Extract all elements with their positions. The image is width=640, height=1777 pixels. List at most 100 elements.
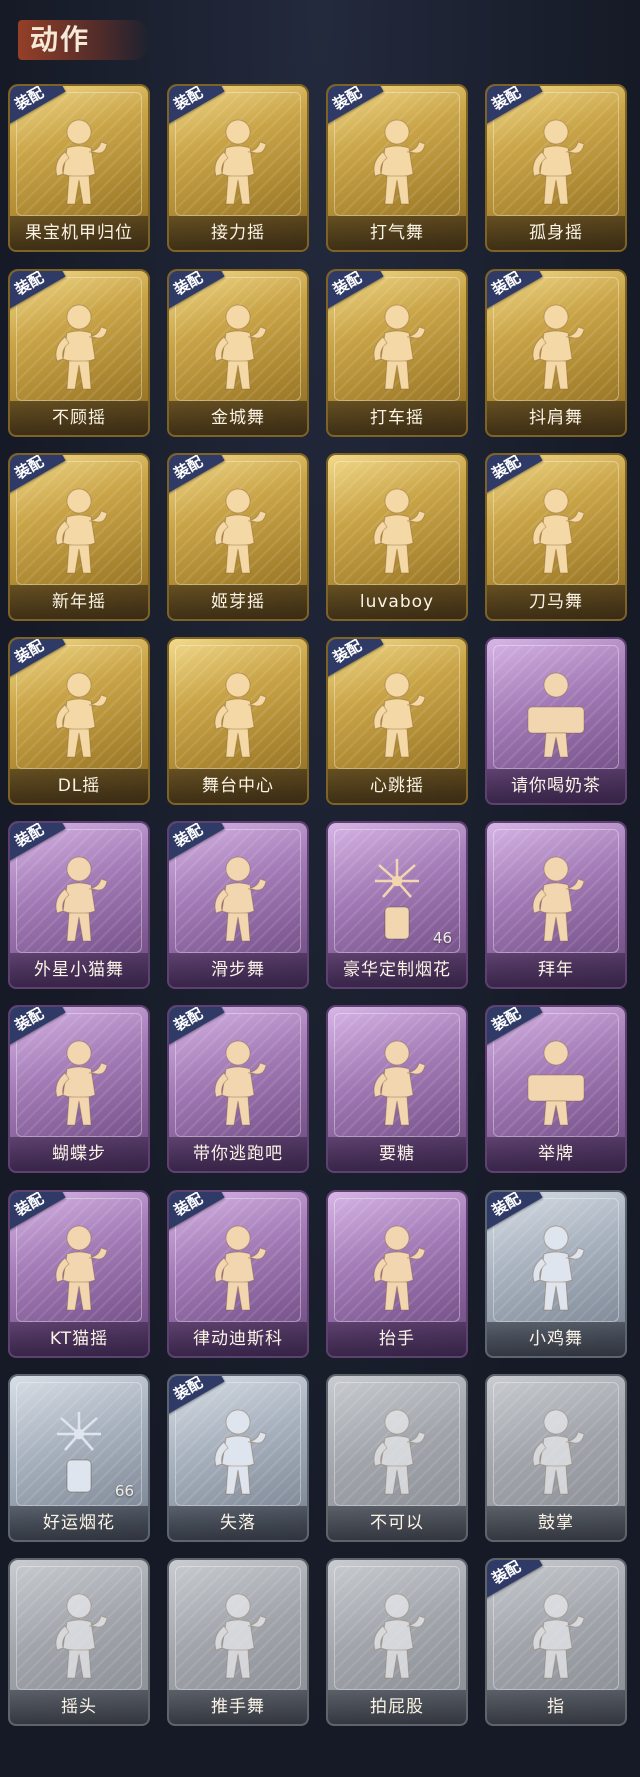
emote-card[interactable]: KT猫摇 装配 xyxy=(8,1190,150,1358)
dance-pose-icon xyxy=(532,304,585,390)
emote-card[interactable]: 舞台中心 xyxy=(167,637,309,805)
dance-pose-icon xyxy=(214,1593,267,1679)
emote-card[interactable]: 滑步舞 装配 xyxy=(167,821,309,989)
sign-pose-icon xyxy=(527,1040,585,1126)
dance-pose-icon xyxy=(55,1593,108,1679)
dance-pose-icon xyxy=(55,856,108,942)
page-title: 动作 xyxy=(30,23,91,56)
emote-card[interactable]: 抖肩舞 装配 xyxy=(485,269,627,437)
dance-pose-icon xyxy=(55,488,108,574)
emote-label: 不可以 xyxy=(328,1506,466,1540)
emote-label: 推手舞 xyxy=(169,1690,307,1724)
emote-card[interactable]: 带你逃跑吧 装配 xyxy=(167,1005,309,1173)
emote-card[interactable]: 摇头 xyxy=(8,1558,150,1726)
dance-pose-icon xyxy=(214,119,267,205)
emote-card[interactable]: 心跳摇 装配 xyxy=(326,637,468,805)
emote-label: 拍屁股 xyxy=(328,1690,466,1724)
emote-label: luvaboy xyxy=(328,585,466,619)
emote-card[interactable]: 金城舞 装配 xyxy=(167,269,309,437)
dance-pose-icon xyxy=(214,856,267,942)
dance-pose-icon xyxy=(373,304,426,390)
emote-card[interactable]: 抬手 xyxy=(326,1190,468,1358)
dance-pose-icon xyxy=(373,1040,426,1126)
emote-label: 外星小猫舞 xyxy=(10,953,148,987)
emote-label: DL摇 xyxy=(10,769,148,803)
emote-card[interactable]: 打气舞 装配 xyxy=(326,84,468,252)
emote-card[interactable]: 拜年 xyxy=(485,821,627,989)
emote-card[interactable]: 举牌 装配 xyxy=(485,1005,627,1173)
emote-card[interactable]: 蝴蝶步 装配 xyxy=(8,1005,150,1173)
emote-label: 举牌 xyxy=(487,1137,625,1171)
emote-label: 姬芽摇 xyxy=(169,585,307,619)
emote-label: 要糖 xyxy=(328,1137,466,1171)
emote-label: 抬手 xyxy=(328,1322,466,1356)
dance-pose-icon xyxy=(214,1225,267,1311)
emote-label: 不顾摇 xyxy=(10,401,148,435)
emote-label: 指 xyxy=(487,1690,625,1724)
emote-label: 鼓掌 xyxy=(487,1506,625,1540)
emote-card[interactable]: 指装配 xyxy=(485,1558,627,1726)
emote-label: 小鸡舞 xyxy=(487,1322,625,1356)
emote-card[interactable]: 打车摇 装配 xyxy=(326,269,468,437)
dance-pose-icon xyxy=(532,1225,585,1311)
dance-pose-icon xyxy=(532,119,585,205)
dance-pose-icon xyxy=(214,1040,267,1126)
emote-card[interactable]: 姬芽摇 装配 xyxy=(167,453,309,621)
emote-card[interactable]: 不可以 xyxy=(326,1374,468,1542)
emote-card[interactable]: luvaboy xyxy=(326,453,468,621)
emote-card[interactable]: DL摇 装配 xyxy=(8,637,150,805)
emote-label: 舞台中心 xyxy=(169,769,307,803)
emote-label: 蝴蝶步 xyxy=(10,1137,148,1171)
emote-card[interactable]: 失落 装配 xyxy=(167,1374,309,1542)
dance-pose-icon xyxy=(55,1225,108,1311)
dance-pose-icon xyxy=(55,1040,108,1126)
emote-card[interactable]: 推手舞 xyxy=(167,1558,309,1726)
emote-card[interactable]: 66 好运烟花 xyxy=(8,1374,150,1542)
dance-pose-icon xyxy=(373,119,426,205)
point-hand-icon xyxy=(532,1593,585,1679)
dance-pose-icon xyxy=(55,672,108,758)
dance-pose-icon xyxy=(55,304,108,390)
emote-label: 打车摇 xyxy=(328,401,466,435)
finger-wag-icon xyxy=(373,1409,426,1495)
dance-pose-icon xyxy=(373,1225,426,1311)
emote-card[interactable]: 小鸡舞 装配 xyxy=(485,1190,627,1358)
dance-pose-icon xyxy=(55,119,108,205)
emote-label: 心跳摇 xyxy=(328,769,466,803)
emote-label: 新年摇 xyxy=(10,585,148,619)
emote-card[interactable]: 接力摇 装配 xyxy=(167,84,309,252)
emote-label: 律动迪斯科 xyxy=(169,1322,307,1356)
emote-label: 抖肩舞 xyxy=(487,401,625,435)
clap-hands-icon xyxy=(532,1409,585,1495)
emote-label: 孤身摇 xyxy=(487,216,625,250)
emote-card[interactable]: 外星小猫舞 装配 xyxy=(8,821,150,989)
emote-card[interactable]: 刀马舞 装配 xyxy=(485,453,627,621)
emote-label: 失落 xyxy=(169,1506,307,1540)
emote-card[interactable]: 不顾摇 装配 xyxy=(8,269,150,437)
dance-pose-icon xyxy=(214,304,267,390)
emote-card[interactable]: 果宝机甲归位 装配 xyxy=(8,84,150,252)
emote-label: 摇头 xyxy=(10,1690,148,1724)
emote-label: 带你逃跑吧 xyxy=(169,1137,307,1171)
emote-label: 好运烟花 xyxy=(10,1506,148,1540)
dance-pose-icon xyxy=(373,672,426,758)
emote-label: 刀马舞 xyxy=(487,585,625,619)
emote-label: 果宝机甲归位 xyxy=(10,216,148,250)
sign-pose-icon xyxy=(527,672,585,758)
emote-card[interactable]: 孤身摇 装配 xyxy=(485,84,627,252)
emote-label: 金城舞 xyxy=(169,401,307,435)
emote-label: 拜年 xyxy=(487,953,625,987)
emote-label: 请你喝奶茶 xyxy=(487,769,625,803)
dance-pose-icon xyxy=(214,672,267,758)
emote-card[interactable]: 请你喝奶茶 xyxy=(485,637,627,805)
dance-pose-icon xyxy=(373,1593,426,1679)
emote-card[interactable]: 拍屁股 xyxy=(326,1558,468,1726)
emote-label: KT猫摇 xyxy=(10,1322,148,1356)
emote-card[interactable]: 新年摇 装配 xyxy=(8,453,150,621)
emote-card[interactable]: 46 豪华定制烟花 xyxy=(326,821,468,989)
emote-card[interactable]: 律动迪斯科 装配 xyxy=(167,1190,309,1358)
emote-card[interactable]: 要糖 xyxy=(326,1005,468,1173)
section-header: 动作 xyxy=(18,14,158,64)
bow-pose-icon xyxy=(532,856,585,942)
emote-card[interactable]: 鼓掌 xyxy=(485,1374,627,1542)
